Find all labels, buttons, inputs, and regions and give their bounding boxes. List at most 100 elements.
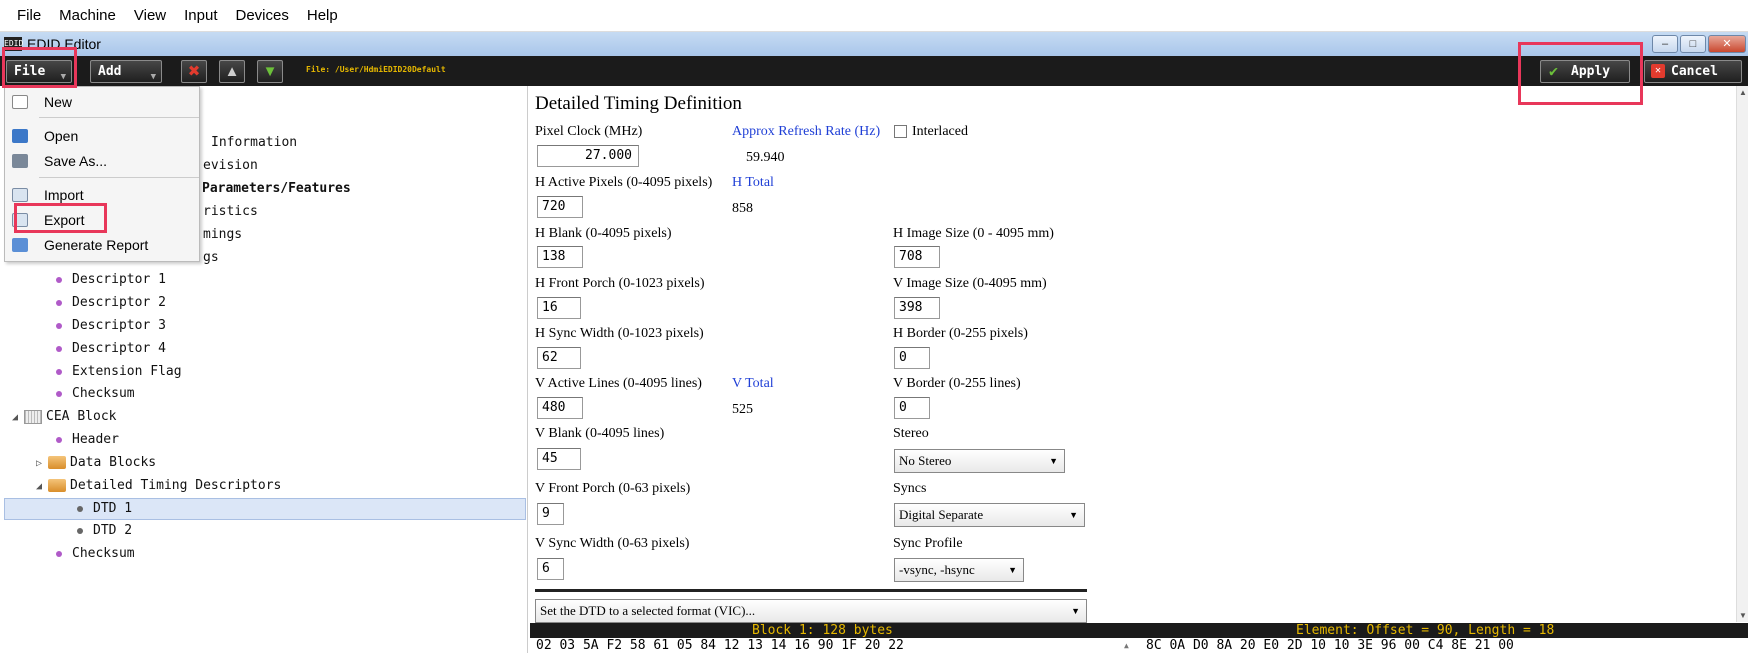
add-menu-button[interactable]: Add ▼ <box>90 60 162 83</box>
v-sync-width-input[interactable]: 6 <box>537 558 564 580</box>
v-image-size-input[interactable]: 398 <box>894 297 940 319</box>
tree-item-timings-2[interactable]: gs <box>203 249 219 267</box>
interlaced-checkbox[interactable] <box>894 125 907 138</box>
menu-machine[interactable]: Machine <box>50 0 125 32</box>
node-bullet-icon <box>56 345 62 352</box>
v-border-input[interactable]: 0 <box>894 397 930 419</box>
h-blank-input[interactable]: 138 <box>537 246 583 268</box>
tree-item-data-blocks[interactable]: ▷ Data Blocks <box>36 454 156 473</box>
highlight-box-file <box>2 47 77 88</box>
menu-item-label: Generate Report <box>44 237 149 253</box>
tree-item-dtd-2[interactable]: DTD 2 <box>77 522 132 540</box>
tree-item-descriptor-4[interactable]: Descriptor 4 <box>56 340 166 358</box>
scroll-down-icon[interactable]: ▼ <box>1739 611 1747 620</box>
refresh-rate-value: 59.940 <box>746 150 785 165</box>
tree-item-descriptor-2[interactable]: Descriptor 2 <box>56 294 166 312</box>
v-front-porch-input[interactable]: 9 <box>537 503 564 525</box>
tree-item-revision[interactable]: evision <box>203 157 258 175</box>
file-dropdown-menu: New Open Save As... Import Export Genera… <box>4 86 200 262</box>
menu-file[interactable]: File <box>8 0 50 32</box>
refresh-rate-label: Approx Refresh Rate (Hz) <box>732 124 881 139</box>
menu-item-save-as[interactable]: Save As... <box>5 149 201 173</box>
expanded-triangle-icon[interactable]: ◢ <box>12 409 18 427</box>
tree-item-label: Checksum <box>72 546 135 561</box>
h-sync-width-input[interactable]: 62 <box>537 347 581 369</box>
v-active-label: V Active Lines (0-4095 lines) <box>535 376 702 391</box>
highlight-box-apply <box>1518 42 1643 105</box>
menu-view[interactable]: View <box>125 0 175 32</box>
report-icon <box>12 238 28 252</box>
tree-item-checksum[interactable]: Checksum <box>56 385 135 403</box>
move-down-icon[interactable]: ▼ <box>257 60 283 83</box>
stereo-label: Stereo <box>893 426 929 441</box>
expanded-triangle-icon[interactable]: ◢ <box>36 478 42 496</box>
tree-item-label: DTD 1 <box>93 501 133 516</box>
hex-bytes-left: 02 03 5A F2 58 61 05 84 12 13 14 16 90 1… <box>536 638 904 653</box>
tree-item-label: Data Blocks <box>70 455 157 470</box>
tree-item-information[interactable]: Information <box>211 134 297 152</box>
chevron-down-icon: ▼ <box>1071 606 1080 616</box>
tree-item-dtd-1[interactable]: DTD 1 <box>77 500 132 518</box>
tree-item-timings[interactable]: mings <box>203 226 242 244</box>
stereo-select[interactable]: No Stereo ▼ <box>894 449 1065 473</box>
v-blank-label: V Blank (0-4095 lines) <box>535 426 665 441</box>
vertical-scrollbar[interactable]: ▲ ▼ <box>1736 86 1748 622</box>
tree-item-descriptor-1[interactable]: Descriptor 1 <box>56 271 166 289</box>
syncs-select[interactable]: Digital Separate ▼ <box>894 503 1085 527</box>
collapsed-triangle-icon[interactable]: ▷ <box>36 455 42 473</box>
tree-item-label: Descriptor 4 <box>72 341 166 356</box>
tree-item-extension-flag[interactable]: Extension Flag <box>56 363 182 381</box>
tree-item-parameters[interactable]: Parameters/Features <box>202 180 351 198</box>
h-active-label: H Active Pixels (0-4095 pixels) <box>535 175 713 190</box>
node-bullet-icon <box>56 299 62 306</box>
node-bullet-icon <box>56 390 62 397</box>
import-icon <box>12 188 28 202</box>
window-titlebar: EDID EDID Editor – □ ✕ <box>0 32 1748 56</box>
open-folder-icon <box>12 129 28 143</box>
minimize-icon[interactable]: – <box>1652 35 1678 53</box>
tree-item-label: Descriptor 2 <box>72 295 166 310</box>
tree-item-label: Checksum <box>72 386 135 401</box>
menu-item-new[interactable]: New <box>5 90 201 114</box>
menu-input[interactable]: Input <box>175 0 226 32</box>
h-front-porch-input[interactable]: 16 <box>537 297 581 319</box>
h-front-porch-label: H Front Porch (0-1023 pixels) <box>535 276 705 291</box>
v-active-input[interactable]: 480 <box>537 397 583 419</box>
tree-item-dtd-group[interactable]: ◢ Detailed Timing Descriptors <box>36 477 281 496</box>
pixel-clock-input[interactable]: 27.000 <box>537 145 639 167</box>
v-blank-input[interactable]: 45 <box>537 448 581 470</box>
maximize-icon[interactable]: □ <box>1680 35 1706 53</box>
tree-item-characteristics[interactable]: ristics <box>203 203 258 221</box>
h-image-size-input[interactable]: 708 <box>894 246 940 268</box>
tree-item-descriptor-3[interactable]: Descriptor 3 <box>56 317 166 335</box>
sync-profile-select[interactable]: -vsync, -hsync ▼ <box>894 558 1024 582</box>
v-border-label: V Border (0-255 lines) <box>893 376 1021 391</box>
node-bullet-icon <box>77 505 83 512</box>
h-active-input[interactable]: 720 <box>537 196 583 218</box>
v-image-size-label: V Image Size (0-4095 mm) <box>893 276 1047 291</box>
menu-help[interactable]: Help <box>298 0 347 32</box>
scroll-up-icon[interactable]: ▲ <box>1739 88 1747 97</box>
tree-item-label: Extension Flag <box>72 364 182 379</box>
node-bullet-icon <box>56 436 62 443</box>
close-icon[interactable]: ✕ <box>1708 35 1746 53</box>
h-border-input[interactable]: 0 <box>894 347 930 369</box>
cancel-button[interactable]: ✕ Cancel <box>1644 60 1742 83</box>
scroll-up-icon[interactable]: ▲ <box>1124 638 1129 653</box>
menu-devices[interactable]: Devices <box>227 0 298 32</box>
tree-item-cea-block[interactable]: ◢ CEA Block <box>12 408 116 427</box>
move-up-icon[interactable]: ▲ <box>219 60 245 83</box>
delete-icon[interactable]: ✖ <box>181 60 207 83</box>
menu-item-open[interactable]: Open <box>5 124 201 148</box>
block-size-status: Block 1: 128 bytes <box>752 623 893 638</box>
menu-separator <box>39 177 199 178</box>
hex-bytes-right: 8C 0A D0 8A 20 E0 2D 10 10 3E 96 00 C4 8… <box>1146 638 1514 653</box>
tree-item-cea-checksum[interactable]: Checksum <box>56 545 135 563</box>
tree-item-label: Descriptor 3 <box>72 318 166 333</box>
tree-item-header[interactable]: Header <box>56 431 119 449</box>
vic-format-select[interactable]: Set the DTD to a selected format (VIC)..… <box>535 599 1087 623</box>
app-menubar: File Machine View Input Devices Help <box>0 0 1748 32</box>
chevron-down-icon: ▼ <box>1008 565 1017 575</box>
h-image-size-label: H Image Size (0 - 4095 mm) <box>893 226 1054 241</box>
menu-item-generate-report[interactable]: Generate Report <box>5 233 201 257</box>
